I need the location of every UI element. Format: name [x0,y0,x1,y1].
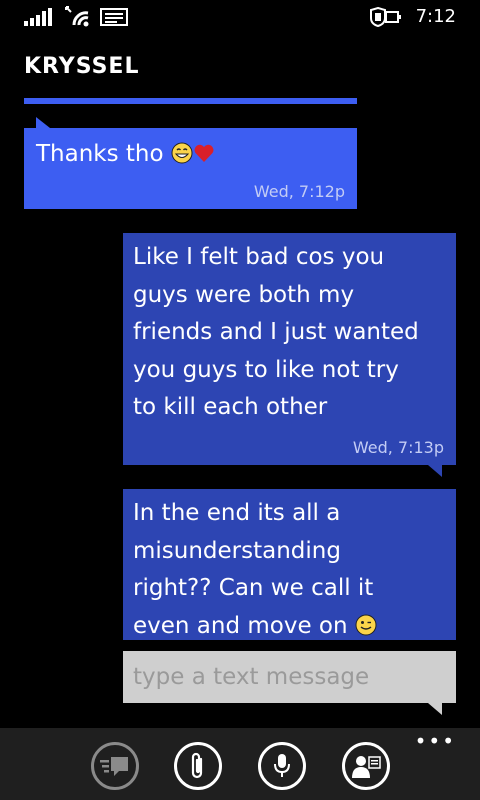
switch-conversation-button[interactable] [91,742,139,790]
bubble-tail [36,117,50,128]
messaging-screen: 7:12 KRYSSEL Thanks tho Wed, 7:12p Like … [0,0,480,800]
message-text: In the end its all a misunderstanding ri… [133,495,446,640]
message-thread[interactable]: Thanks tho Wed, 7:12p Like I felt bad co… [0,110,480,640]
microphone-icon [274,754,290,777]
title-underline [24,98,357,104]
bubble-tail [428,465,442,477]
heart-emoji-icon [194,144,214,162]
message-text: Thanks tho [36,136,345,174]
contact-name: KRYSSEL [24,54,140,79]
status-bar: 7:12 [0,0,480,34]
contact-card-icon [352,756,381,778]
outgoing-message-bubble[interactable]: Like I felt bad cos you guys were both m… [123,233,456,477]
signal-icon [24,8,52,26]
wifi-icon [65,6,89,27]
winking-emoji-icon [355,614,377,635]
compose-tail [428,703,442,715]
compose-box[interactable] [123,651,456,715]
outgoing-message-bubble[interactable]: In the end its all a misunderstanding ri… [123,489,456,640]
attach-button[interactable] [174,742,222,790]
message-timestamp: Wed, 7:12p [253,182,345,201]
smiling-emoji-icon [171,142,193,164]
status-clock: 7:12 [415,6,456,27]
message-timestamp: Wed, 7:13p [352,438,444,457]
app-bar: ••• [0,728,480,800]
message-text: Like I felt bad cos you guys were both m… [133,244,419,420]
voice-input-button[interactable] [258,742,306,790]
battery-saver-icon [370,7,401,27]
attach-icon [191,752,203,779]
switch-conversation-icon [100,757,128,776]
more-options-button[interactable]: ••• [415,731,456,751]
message-input[interactable] [123,651,456,703]
contact-card-button[interactable] [342,742,390,790]
incoming-message-bubble[interactable]: Thanks tho Wed, 7:12p [24,117,357,209]
message-icon [100,8,128,26]
